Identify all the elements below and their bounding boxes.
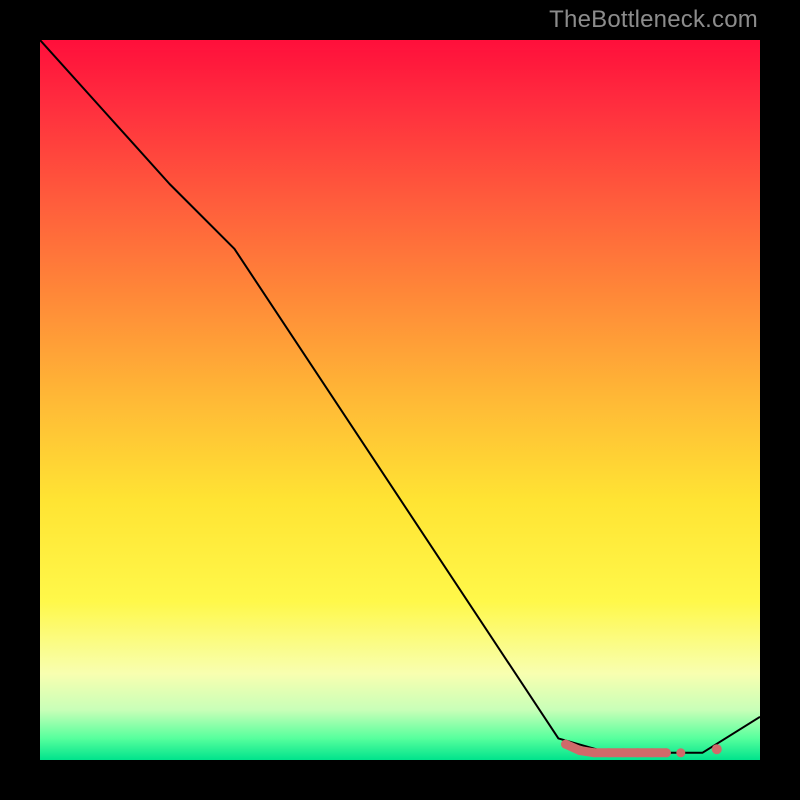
marker-dot bbox=[648, 748, 657, 757]
marker-dot bbox=[633, 748, 642, 757]
plot-area bbox=[40, 40, 760, 760]
marker-dot bbox=[712, 744, 722, 754]
marker-dot bbox=[576, 746, 585, 755]
marker-dot bbox=[590, 748, 599, 757]
marker-dot bbox=[619, 748, 628, 757]
main-curve bbox=[40, 40, 760, 753]
marker-dot bbox=[561, 740, 570, 749]
marker-layer bbox=[561, 740, 722, 758]
curve-layer bbox=[40, 40, 760, 753]
marker-dot bbox=[662, 748, 671, 757]
chart-svg bbox=[40, 40, 760, 760]
marker-dot bbox=[604, 748, 613, 757]
watermark-text: TheBottleneck.com bbox=[549, 6, 758, 34]
chart-frame: TheBottleneck.com bbox=[0, 0, 800, 800]
marker-dot bbox=[676, 748, 685, 757]
